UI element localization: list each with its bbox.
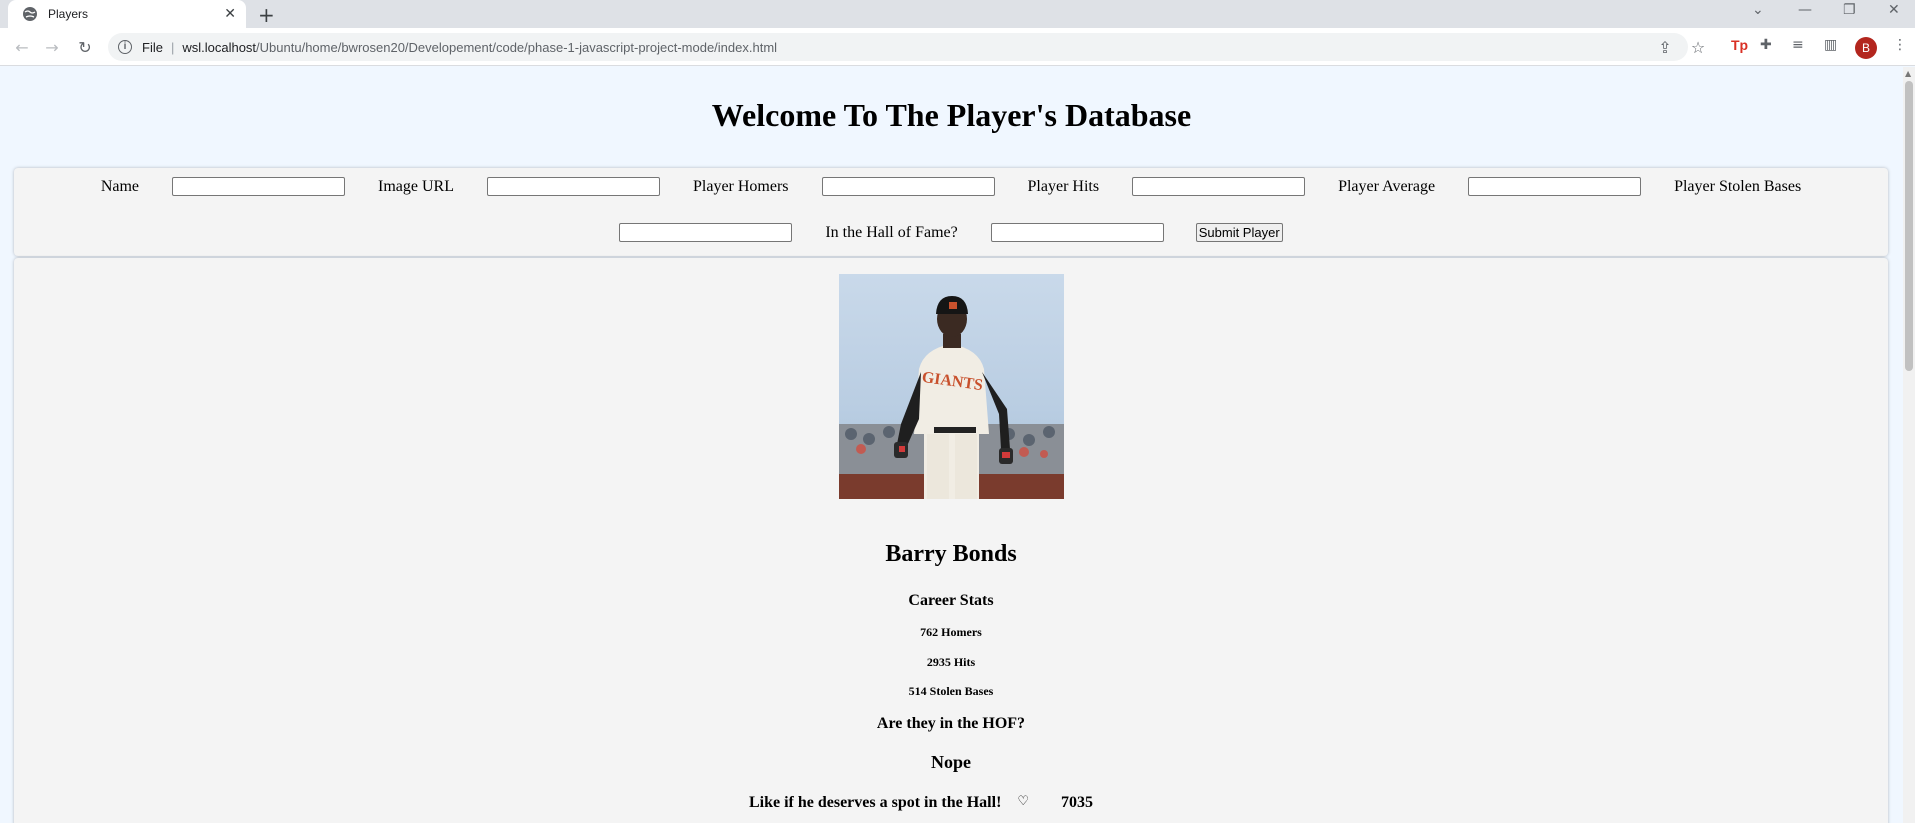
media-controls-icon[interactable]: ≡ xyxy=(1792,37,1804,53)
browser-toolbar: ← → ↻ i File | wsl.localhost /Ubuntu/hom… xyxy=(0,28,1915,66)
scrollbar-thumb[interactable] xyxy=(1905,81,1913,371)
reload-icon[interactable]: ↻ xyxy=(75,37,95,57)
more-menu-icon[interactable]: ⋮ xyxy=(1893,37,1907,53)
tab-search-icon[interactable]: ⌄ xyxy=(1752,2,1764,18)
globe-icon xyxy=(23,7,37,21)
scroll-up-icon[interactable]: ▲ xyxy=(1905,69,1911,78)
close-tab-icon[interactable]: ✕ xyxy=(224,6,236,22)
hof-label: In the Hall of Fame? xyxy=(825,223,958,241)
side-panel-icon[interactable]: ▥ xyxy=(1824,37,1837,53)
new-tab-button[interactable]: + xyxy=(258,3,275,27)
like-row: Like if he deserves a spot in the Hall! … xyxy=(14,794,1888,812)
stolen-bases-label: Player Stolen Bases xyxy=(1674,177,1802,195)
page-title: Welcome To The Player's Database xyxy=(711,97,1192,133)
info-icon[interactable]: i xyxy=(118,40,132,54)
homers-stat: 762 Homers xyxy=(920,625,982,639)
restore-icon[interactable]: ❐ xyxy=(1843,2,1856,18)
url-host: wsl.localhost xyxy=(182,39,257,55)
close-window-icon[interactable]: ✕ xyxy=(1888,2,1900,18)
form-row-2: In the Hall of Fame? Submit Player xyxy=(14,223,1888,242)
url-scheme: File xyxy=(142,39,163,55)
address-bar[interactable]: i File | wsl.localhost /Ubuntu/home/bwro… xyxy=(108,33,1688,61)
homers-input[interactable] xyxy=(821,177,995,196)
page-scrollbar[interactable]: ▲ xyxy=(1903,67,1915,823)
player-name: Barry Bonds xyxy=(885,541,1017,567)
hits-input[interactable] xyxy=(1132,177,1306,196)
stolen-bases-stat: 514 Stolen Bases xyxy=(908,684,994,698)
submit-player-button[interactable]: Submit Player xyxy=(1195,223,1283,242)
tab-title: Players xyxy=(48,7,89,21)
image-url-input[interactable] xyxy=(487,177,660,196)
hof-answer: Nope xyxy=(931,752,971,772)
extensions-puzzle-icon[interactable]: ✚ xyxy=(1760,37,1772,53)
name-label: Name xyxy=(100,177,140,195)
player-photo: GIANTS xyxy=(839,274,1064,499)
profile-avatar[interactable]: B xyxy=(1855,37,1877,59)
extension-tp-icon[interactable]: Tp xyxy=(1731,37,1748,53)
hof-question: Are they in the HOF? xyxy=(876,715,1026,732)
share-icon[interactable]: ⇪ xyxy=(1655,37,1675,57)
page-content: Welcome To The Player's Database Name Im… xyxy=(0,67,1903,823)
average-label: Player Average xyxy=(1338,177,1436,195)
name-input[interactable] xyxy=(172,177,346,196)
bookmark-star-icon[interactable]: ☆ xyxy=(1688,37,1708,57)
minimize-icon[interactable]: — xyxy=(1798,2,1812,18)
url-separator: | xyxy=(170,39,175,55)
back-arrow-icon[interactable]: ← xyxy=(12,37,32,57)
like-count: 7035 xyxy=(1061,794,1094,811)
browser-tab[interactable]: Players ✕ xyxy=(8,0,246,28)
tab-strip: Players ✕ + ⌄ — ❐ ✕ xyxy=(0,0,1915,28)
like-prompt: Like if he deserves a spot in the Hall! xyxy=(748,794,1002,811)
player-card: GIANTS Barry Bonds Career Stats 762 Home… xyxy=(14,258,1888,823)
hits-stat: 2935 Hits xyxy=(926,655,976,669)
add-player-form: Name Image URL Player Homers Player Hits… xyxy=(14,168,1888,256)
career-stats-heading: Career Stats xyxy=(908,592,994,609)
stolen-bases-input[interactable] xyxy=(619,223,793,242)
average-input[interactable] xyxy=(1468,177,1642,196)
heart-like-icon[interactable]: ♡ xyxy=(1017,794,1029,812)
form-row-1: Name Image URL Player Homers Player Hits… xyxy=(14,177,1888,196)
hof-input[interactable] xyxy=(990,223,1164,242)
forward-arrow-icon[interactable]: → xyxy=(42,37,62,57)
homers-label: Player Homers xyxy=(693,177,789,195)
hits-label: Player Hits xyxy=(1027,177,1100,195)
url-path: /Ubuntu/home/bwrosen20/Developement/code… xyxy=(256,39,778,55)
image-url-label: Image URL xyxy=(378,177,454,195)
